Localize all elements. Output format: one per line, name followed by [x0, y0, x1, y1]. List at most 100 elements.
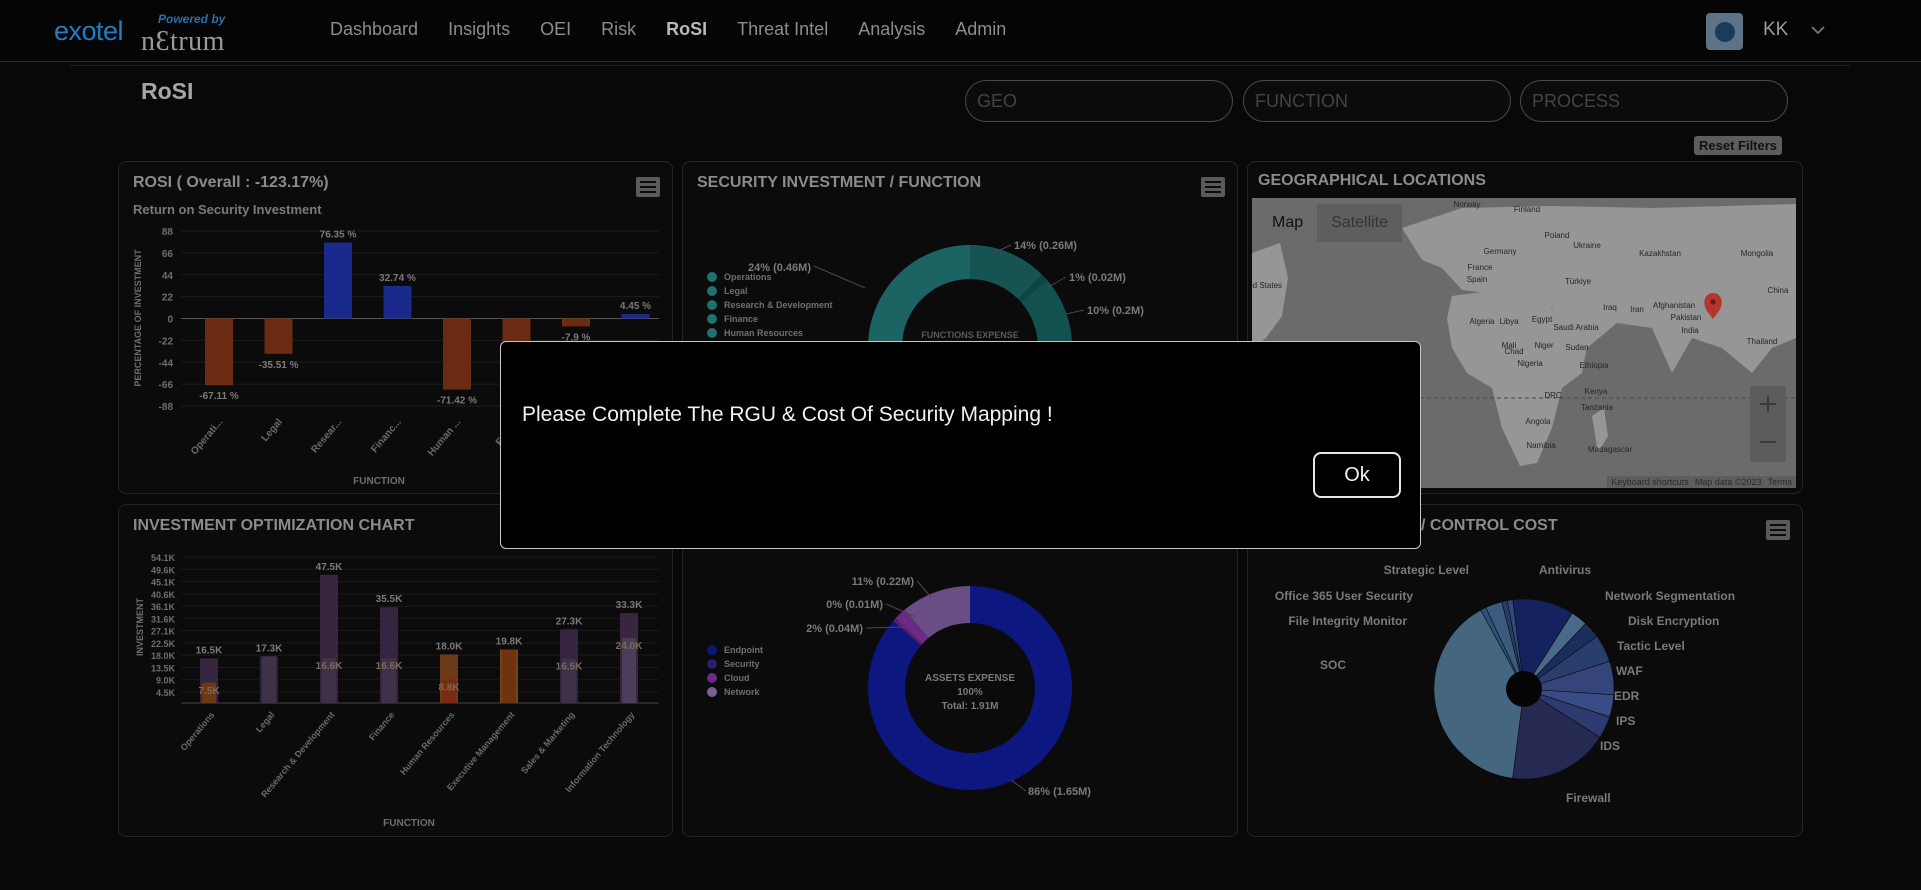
y-tick-label: 31.6K: [151, 614, 176, 624]
map-data-credit: Map data ©2023: [1694, 477, 1762, 487]
map-tab-map[interactable]: Map: [1258, 204, 1318, 242]
nav-rosi[interactable]: RoSI: [666, 19, 707, 40]
y-tick-label: 13.5K: [151, 663, 176, 673]
donut-center-label: FUNCTIONS EXPENSE: [921, 330, 1019, 340]
map-place-label: Germany: [1484, 247, 1517, 256]
pie-data-label: Disk Encryption: [1628, 614, 1719, 628]
y-tick-label: 49.6K: [151, 565, 176, 575]
map-terms-link[interactable]: Terms: [1768, 477, 1793, 487]
nav-insights[interactable]: Insights: [448, 19, 510, 40]
map-place-label: United States: [1252, 281, 1282, 290]
logo-exotel-text: exotel: [54, 16, 124, 46]
map-place-label: China: [1768, 286, 1789, 295]
zoom-out-icon[interactable]: −: [1750, 424, 1786, 462]
pie-data-label: SOC: [1320, 658, 1346, 672]
x-tick-label: Executive Management: [445, 710, 517, 793]
exotel-netrum-logo[interactable]: exotel Powered by nƐtrum: [54, 10, 254, 57]
mapping-alert-dialog: Please Complete The RGU & Cost Of Securi…: [500, 341, 1421, 549]
logo-powered-by-text: Powered by: [158, 12, 226, 26]
ok-button[interactable]: Ok: [1313, 452, 1401, 498]
map-keyboard-shortcuts[interactable]: Keyboard shortcuts: [1611, 477, 1689, 487]
bar-top-label: 18.0K: [436, 641, 463, 652]
legend-marker: [707, 300, 717, 310]
donut-center-percent: 100%: [957, 687, 983, 698]
leader-line: [1065, 309, 1085, 315]
map-place-label: India: [1681, 326, 1699, 335]
x-tick-label: Financ...: [369, 417, 404, 455]
nav-risk[interactable]: Risk: [601, 19, 636, 40]
map-place-label: Pakistan: [1671, 313, 1702, 322]
pie-data-label: Network Segmentation: [1605, 589, 1735, 603]
zoom-in-icon[interactable]: +: [1750, 386, 1786, 424]
nav-dashboard[interactable]: Dashboard: [330, 19, 418, 40]
map-place-label: Poland: [1545, 231, 1570, 240]
y-tick-label: -66: [159, 380, 174, 391]
chevron-down-icon[interactable]: [1808, 20, 1828, 40]
bar-optimized: [502, 649, 516, 703]
bar-top-label: 27.3K: [556, 616, 583, 627]
pie-center-hole: [1506, 671, 1542, 707]
pie-data-label: Strategic Level: [1384, 563, 1469, 577]
leader-line: [813, 265, 866, 289]
leader-line: [1010, 779, 1027, 792]
bar-inner-label: 16.6K: [376, 661, 403, 672]
leader-line: [916, 580, 932, 598]
legend-label: Research & Development: [724, 300, 833, 310]
map-place-label: Thailand: [1747, 337, 1778, 346]
y-tick-label: 45.1K: [151, 578, 176, 588]
legend-label: Human Resources: [724, 328, 803, 338]
user-initials[interactable]: KK: [1763, 19, 1788, 41]
x-tick-label: Operati...: [189, 417, 225, 457]
main-nav: Dashboard Insights OEI Risk RoSI Threat …: [330, 19, 1036, 40]
bar-top-label: 17.3K: [256, 643, 283, 654]
x-tick-label: Human ...: [426, 417, 463, 459]
x-tick-label: Research & Development: [259, 710, 336, 800]
legend-label: Endpoint: [724, 645, 763, 655]
bar-top-label: 35.5K: [376, 594, 403, 605]
legend-label: Cloud: [724, 673, 750, 683]
pie-data-label: File Integrity Monitor: [1288, 614, 1407, 628]
assets-expense-donut: Endpoint Security Cloud Network ASSETS EXPEN…: [707, 576, 1091, 798]
legend-marker: [707, 673, 717, 683]
process-filter-select[interactable]: PROCESS: [1520, 80, 1788, 122]
bar: [205, 318, 233, 386]
investment-optimization-panel: INVESTMENT OPTIMIZATION CHART 54.1K 49.6K…: [118, 504, 673, 837]
map-tab-satellite[interactable]: Satellite: [1317, 204, 1402, 242]
bar-value-label: -67.11 %: [199, 391, 239, 402]
reset-filters-button[interactable]: Reset Filters: [1694, 136, 1783, 155]
function-filter-select[interactable]: FUNCTION: [1243, 80, 1511, 122]
leader-line: [1047, 276, 1067, 288]
y-tick-label: 54.1K: [151, 553, 176, 563]
map-place-label: DRC: [1544, 391, 1562, 400]
map-place-label: Algeria: [1470, 317, 1495, 326]
nav-oei[interactable]: OEI: [540, 19, 571, 40]
bar-top-label: 47.5K: [316, 562, 343, 573]
x-tick-label: Operations: [178, 710, 216, 753]
legend-marker: [707, 687, 717, 697]
x-tick-label: Sales & Marketing: [519, 710, 576, 776]
nav-admin[interactable]: Admin: [955, 19, 1006, 40]
divider: [70, 65, 1850, 66]
user-avatar-icon[interactable]: [1706, 13, 1743, 50]
control-cost-pie: Strategic Level Antivirus Network Segmenta…: [1275, 563, 1735, 805]
map-footer: Keyboard shortcuts Map data ©2023 Terms: [1607, 476, 1796, 488]
y-tick-label: 44: [162, 271, 174, 282]
y-tick-label: 40.6K: [151, 590, 176, 600]
y-tick-label: 9.0K: [156, 676, 176, 686]
y-tick-label: -44: [159, 358, 174, 369]
pie-data-label: Antivirus: [1539, 563, 1591, 577]
nav-threat-intel[interactable]: Threat Intel: [737, 19, 828, 40]
bar-top-label: 33.3K: [616, 600, 643, 611]
bar-value-label: 76.35 %: [320, 230, 357, 241]
donut-data-label: 11% (0.22M): [852, 576, 915, 588]
y-axis-label: INVESTMENT: [135, 598, 145, 657]
x-tick-label: Legal: [260, 417, 285, 444]
geo-filter-select[interactable]: GEO: [965, 80, 1233, 122]
y-tick-label: 22: [162, 293, 174, 304]
nav-analysis[interactable]: Analysis: [858, 19, 925, 40]
map-place-label: Niger: [1534, 341, 1553, 350]
pie-data-label: Office 365 User Security: [1275, 589, 1413, 603]
legend-marker: [707, 328, 717, 338]
x-axis-label: FUNCTION: [383, 818, 435, 829]
bar-value-label: -35.51 %: [258, 360, 298, 371]
